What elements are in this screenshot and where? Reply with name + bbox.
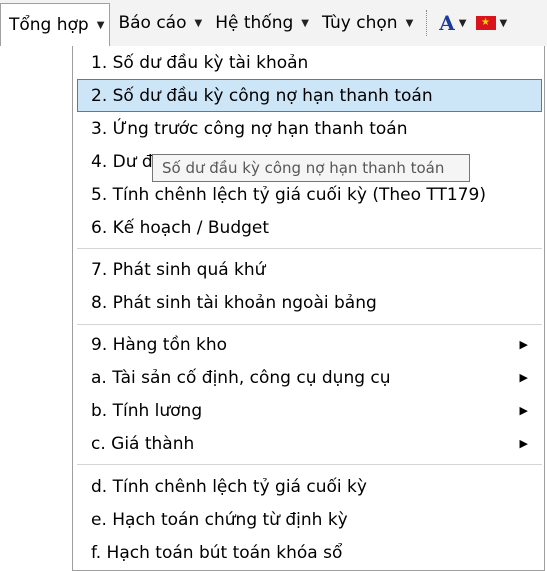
- menu-item[interactable]: 5. Tính chênh lệch tỷ giá cuối kỳ (Theo …: [77, 178, 542, 211]
- menu-item-label: 7. Phát sinh quá khứ: [91, 259, 266, 280]
- menu-item[interactable]: e. Hạch toán chứng từ định kỳ: [77, 503, 542, 536]
- menu-item-label: 4. Dư đ: [91, 151, 153, 172]
- toolbar-separator: [426, 10, 428, 36]
- menu-item-label: 2. Số dư đầu kỳ công nợ hạn thanh toán: [91, 85, 433, 106]
- menu-separator: [77, 248, 542, 249]
- menu-item[interactable]: f. Hạch toán bút toán khóa sổ: [77, 536, 542, 569]
- dropdown-menu: 1. Số dư đầu kỳ tài khoản 2. Số dư đầu k…: [72, 46, 545, 571]
- menu-item[interactable]: a. Tài sản cố định, công cụ dụng cụ ▶: [77, 361, 542, 394]
- menu-item-label: 6. Kế hoạch / Budget: [91, 217, 270, 238]
- menu-item[interactable]: 7. Phát sinh quá khứ: [77, 253, 542, 286]
- language-button[interactable]: ★ ▼: [472, 2, 513, 44]
- chevron-down-icon: ▼: [96, 19, 105, 31]
- menu-item[interactable]: c. Giá thành ▶: [77, 427, 542, 460]
- menu-item-label: 9. Hàng tồn kho: [91, 334, 228, 355]
- menu-item-label: d. Tính chênh lệch tỷ giá cuối kỳ: [91, 476, 367, 497]
- menu-separator: [77, 324, 542, 325]
- menu-item[interactable]: 1. Số dư đầu kỳ tài khoản: [77, 46, 542, 79]
- chevron-down-icon: ▼: [405, 17, 414, 29]
- submenu-arrow-icon: ▶: [519, 437, 528, 450]
- menu-item[interactable]: 6. Kế hoạch / Budget: [77, 211, 542, 244]
- menu-item[interactable]: 3. Ứng trước công nợ hạn thanh toán: [77, 112, 542, 145]
- menu-item-label: 8. Phát sinh tài khoản ngoài bảng: [91, 292, 377, 313]
- chevron-down-icon: ▼: [458, 17, 467, 29]
- font-color-icon: A: [439, 11, 455, 35]
- menu-item[interactable]: 8. Phát sinh tài khoản ngoài bảng: [77, 286, 542, 319]
- menu-item-highlighted[interactable]: 2. Số dư đầu kỳ công nợ hạn thanh toán: [77, 79, 542, 112]
- menu-item-label: f. Hạch toán bút toán khóa sổ: [91, 542, 343, 563]
- menu-tuy-chon[interactable]: Tùy chọn ▼: [314, 2, 418, 44]
- menu-item-label: a. Tài sản cố định, công cụ dụng cụ: [91, 367, 391, 388]
- menu-he-thong[interactable]: Hệ thống ▼: [207, 2, 314, 44]
- menu-label: Báo cáo: [118, 13, 187, 33]
- menu-item-label: 1. Số dư đầu kỳ tài khoản: [91, 52, 309, 73]
- vietnam-flag-icon: ★: [475, 16, 496, 30]
- menu-item[interactable]: d. Tính chênh lệch tỷ giá cuối kỳ: [77, 470, 542, 503]
- menu-label: Tùy chọn: [321, 13, 398, 33]
- chevron-down-icon: ▼: [499, 17, 508, 29]
- submenu-arrow-icon: ▶: [519, 404, 528, 417]
- menu-item-label: 5. Tính chênh lệch tỷ giá cuối kỳ (Theo …: [91, 184, 486, 205]
- menu-item-label: b. Tính lương: [91, 400, 203, 421]
- font-color-button[interactable]: A ▼: [435, 2, 471, 44]
- menu-label: Tổng hợp: [9, 15, 89, 35]
- menu-item[interactable]: 9. Hàng tồn kho ▶: [77, 328, 542, 361]
- menu-tong-hop[interactable]: Tổng hợp ▼: [0, 3, 111, 46]
- menu-bar: Tổng hợp ▼ Báo cáo ▼ Hệ thống ▼ Tùy chọn…: [0, 0, 547, 46]
- chevron-down-icon: ▼: [194, 17, 203, 29]
- submenu-arrow-icon: ▶: [519, 371, 528, 384]
- menu-item-label: c. Giá thành: [91, 433, 195, 454]
- menu-item-label: e. Hạch toán chứng từ định kỳ: [91, 509, 348, 530]
- submenu-arrow-icon: ▶: [519, 338, 528, 351]
- menu-label: Hệ thống: [215, 13, 294, 33]
- menu-bao-cao[interactable]: Báo cáo ▼: [110, 2, 207, 44]
- menu-separator: [77, 464, 542, 465]
- chevron-down-icon: ▼: [301, 17, 309, 29]
- menu-item[interactable]: b. Tính lương ▶: [77, 394, 542, 427]
- menu-item-label: 3. Ứng trước công nợ hạn thanh toán: [91, 118, 408, 139]
- tooltip: Số dư đầu kỳ công nợ hạn thanh toán: [152, 154, 470, 182]
